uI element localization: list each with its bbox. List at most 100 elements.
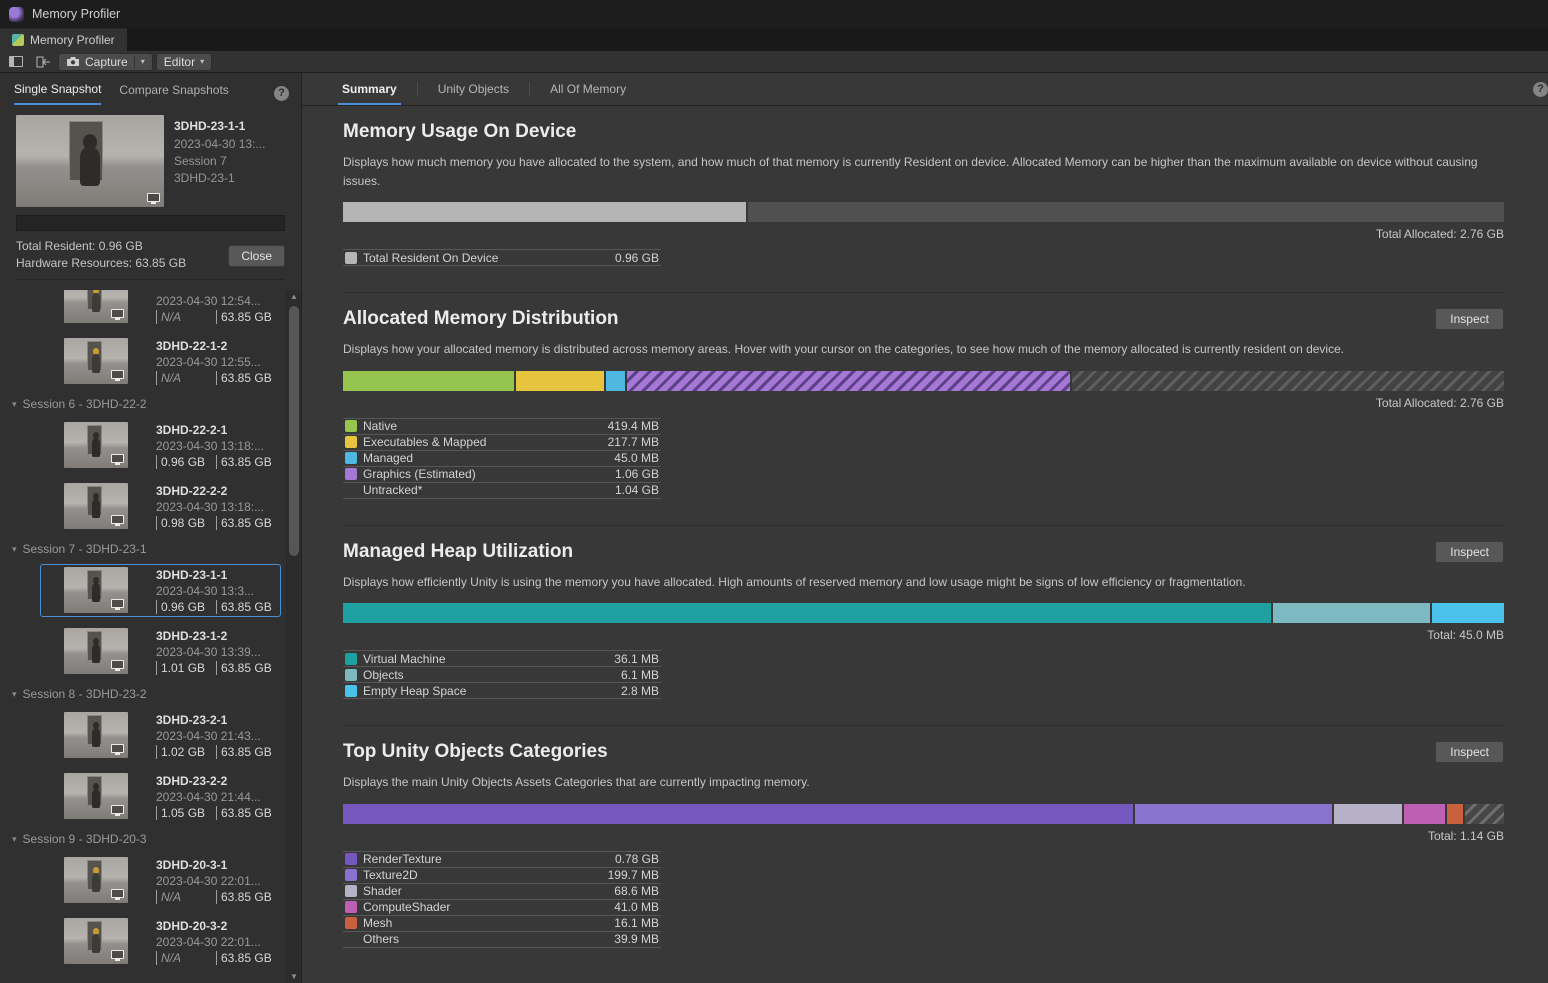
- foldout-arrow-icon: ▾: [12, 399, 17, 410]
- bar-segment-resident[interactable]: [343, 202, 746, 222]
- snapshot-name: 3DHD-20-3-2: [156, 919, 276, 934]
- tab-label: All Of Memory: [550, 82, 626, 96]
- capture-label: Capture: [85, 55, 128, 69]
- legend-row[interactable]: Virtual Machine 36.1 MB: [343, 651, 661, 667]
- tab-compare-snapshots[interactable]: Compare Snapshots: [119, 83, 228, 104]
- legend-row[interactable]: Untracked* 1.04 GB: [343, 483, 661, 499]
- top-unity-objects-bar[interactable]: [343, 804, 1504, 824]
- hardware-value: 63.85 GB: [216, 951, 276, 965]
- section-title: Memory Usage On Device: [343, 121, 576, 143]
- legend-row[interactable]: Total Resident On Device 0.96 GB: [343, 250, 661, 266]
- screenshot-display-icon: [111, 515, 124, 524]
- bar-segment-others[interactable]: [1465, 804, 1504, 824]
- bar-segment-untracked[interactable]: [1072, 371, 1504, 391]
- bar-segment-objects[interactable]: [1273, 603, 1430, 623]
- editor-target-dropdown[interactable]: Editor ▾: [156, 53, 212, 71]
- legend-row[interactable]: RenderTexture 0.78 GB: [343, 852, 661, 868]
- bar-segment-unallocated[interactable]: [748, 202, 1504, 222]
- snapshot-list-item[interactable]: 2023-04-30 12:54... N/A 63.85 GB: [40, 290, 281, 327]
- summary-help-icon[interactable]: ?: [1533, 82, 1548, 97]
- snapshot-list-item[interactable]: 3DHD-23-1-2 2023-04-30 13:39... 1.01 GB …: [40, 625, 281, 678]
- session-group-header[interactable]: ▾ Session 9 - 3DHD-20-3: [12, 832, 301, 846]
- memory-usage-bar[interactable]: [343, 202, 1504, 222]
- snapshot-list-item[interactable]: 3DHD-20-3-1 2023-04-30 22:01... N/A 63.8…: [40, 854, 281, 907]
- sidebar-help-icon[interactable]: ?: [274, 86, 289, 101]
- legend-row[interactable]: Executables & Mapped 217.7 MB: [343, 435, 661, 451]
- legend-value: 0.78 GB: [615, 852, 659, 866]
- legend-row[interactable]: Texture2D 199.7 MB: [343, 868, 661, 884]
- tab-all-of-memory[interactable]: All Of Memory: [534, 73, 642, 105]
- snapshot-thumbnail: [64, 338, 128, 384]
- allocated-memory-bar[interactable]: [343, 371, 1504, 391]
- session-group-header[interactable]: ▾ Session 8 - 3DHD-23-2: [12, 687, 301, 701]
- bar-segment-shader[interactable]: [1334, 804, 1402, 824]
- session-group-header[interactable]: ▾ Session 6 - 3DHD-22-2: [12, 397, 301, 411]
- bar-segment-mesh[interactable]: [1447, 804, 1463, 824]
- screenshot-display-icon: [111, 805, 124, 814]
- inspect-button[interactable]: Inspect: [1435, 741, 1504, 763]
- session-group-header[interactable]: ▾ Session 7 - 3DHD-23-1: [12, 542, 301, 556]
- snapshot-list-item[interactable]: 3DHD-23-2-2 2023-04-30 21:44... 1.05 GB …: [40, 770, 281, 823]
- section-title: Top Unity Objects Categories: [343, 741, 608, 763]
- tab-summary[interactable]: Summary: [326, 73, 413, 105]
- scrollbar-thumb[interactable]: [289, 306, 299, 556]
- snapshot-list-item[interactable]: 3DHD-22-1-2 2023-04-30 12:55... N/A 63.8…: [40, 335, 281, 388]
- snapshot-mode-tabs: Single Snapshot Compare Snapshots ?: [0, 73, 301, 107]
- legend-swatch: [345, 933, 357, 945]
- inspect-button[interactable]: Inspect: [1435, 541, 1504, 563]
- resident-value: 1.02 GB: [156, 745, 216, 759]
- legend-value: 41.0 MB: [614, 900, 659, 914]
- tab-single-snapshot[interactable]: Single Snapshot: [14, 82, 101, 105]
- tab-label: Single Snapshot: [14, 82, 101, 96]
- legend-row[interactable]: Managed 45.0 MB: [343, 451, 661, 467]
- capture-button[interactable]: Capture ▾: [58, 53, 153, 71]
- tab-label: Summary: [342, 82, 397, 96]
- bar-segment-graphics-estimated[interactable]: [627, 371, 1070, 391]
- legend-label: Texture2D: [363, 868, 608, 882]
- snapshot-list-item[interactable]: 3DHD-22-2-1 2023-04-30 13:18:... 0.96 GB…: [40, 419, 281, 472]
- legend-row[interactable]: Native 419.4 MB: [343, 419, 661, 435]
- tab-unity-objects[interactable]: Unity Objects: [422, 73, 525, 105]
- bar-segment-virtual-machine[interactable]: [343, 603, 1271, 623]
- bar-segment-native[interactable]: [343, 371, 514, 391]
- hardware-resources-text: Hardware Resources: 63.85 GB: [16, 256, 186, 270]
- resident-value: N/A: [156, 371, 216, 385]
- tab-memory-profiler-window[interactable]: Memory Profiler: [0, 28, 127, 51]
- legend: RenderTexture 0.78 GB Texture2D 199.7 MB…: [343, 851, 661, 948]
- snapshot-list-item[interactable]: 3DHD-22-2-2 2023-04-30 13:18:... 0.98 GB…: [40, 480, 281, 533]
- close-snapshot-button[interactable]: Close: [228, 245, 285, 267]
- list-scrollbar[interactable]: ▲ ▼: [286, 290, 301, 983]
- resident-memory-gauge: [16, 215, 285, 231]
- managed-heap-bar[interactable]: [343, 603, 1504, 623]
- hardware-value: 63.85 GB: [216, 600, 276, 614]
- scroll-down-icon[interactable]: ▼: [287, 972, 301, 981]
- bar-segment-managed[interactable]: [606, 371, 624, 391]
- legend-row[interactable]: Others 39.9 MB: [343, 932, 661, 948]
- legend-swatch: [345, 669, 357, 681]
- foldout-arrow-icon: ▾: [12, 689, 17, 700]
- legend-row[interactable]: ComputeShader 41.0 MB: [343, 900, 661, 916]
- snapshot-list-item-selected[interactable]: 3DHD-23-1-1 2023-04-30 13:3... 0.96 GB 6…: [40, 564, 281, 617]
- inspect-button[interactable]: Inspect: [1435, 308, 1504, 330]
- bar-segment-empty-heap-space[interactable]: [1432, 603, 1504, 623]
- legend-row[interactable]: Shader 68.6 MB: [343, 884, 661, 900]
- bar-segment-computeshader[interactable]: [1404, 804, 1444, 824]
- legend-row[interactable]: Mesh 16.1 MB: [343, 916, 661, 932]
- legend-label: Empty Heap Space: [363, 684, 621, 698]
- legend-label: Executables & Mapped: [363, 435, 608, 449]
- bar-segment-texture2d[interactable]: [1135, 804, 1332, 824]
- legend-row[interactable]: Objects 6.1 MB: [343, 667, 661, 683]
- bar-segment-rendertexture[interactable]: [343, 804, 1133, 824]
- legend-row[interactable]: Empty Heap Space 2.8 MB: [343, 683, 661, 699]
- profiler-tab-icon: [12, 34, 24, 46]
- snapshot-list-item[interactable]: 3DHD-20-3-2 2023-04-30 22:01... N/A 63.8…: [40, 915, 281, 968]
- scroll-up-icon[interactable]: ▲: [287, 292, 301, 301]
- import-snapshot-button[interactable]: [31, 53, 55, 71]
- legend-swatch: [345, 901, 357, 913]
- section-title: Allocated Memory Distribution: [343, 308, 619, 330]
- toggle-sidebar-button[interactable]: [4, 53, 28, 71]
- snapshot-list-item[interactable]: 3DHD-23-2-1 2023-04-30 21:43... 1.02 GB …: [40, 709, 281, 762]
- legend-label: Virtual Machine: [363, 652, 614, 666]
- bar-segment-executables-mapped[interactable]: [516, 371, 605, 391]
- legend-row[interactable]: Graphics (Estimated) 1.06 GB: [343, 467, 661, 483]
